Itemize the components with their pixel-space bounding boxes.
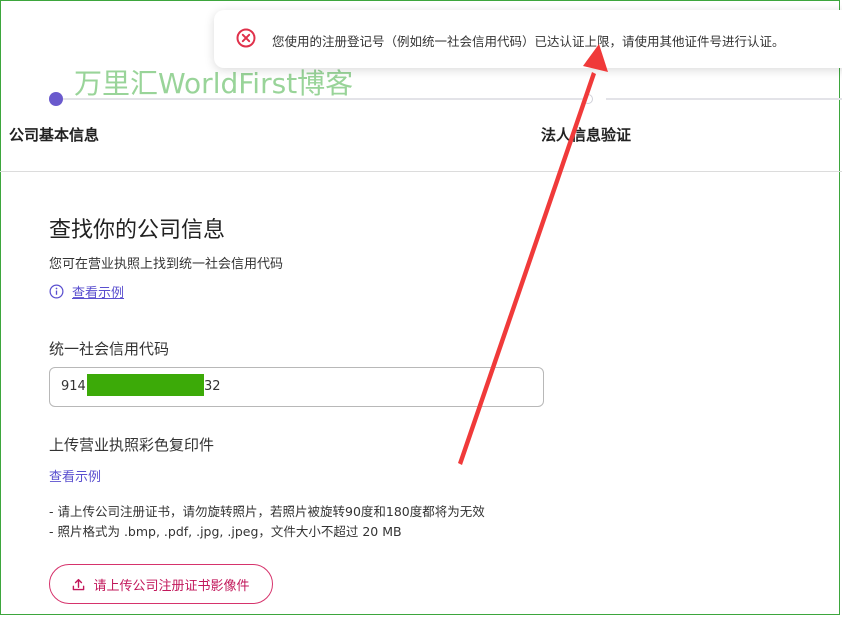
upload-license-label: 上传营业执照彩色复印件 xyxy=(49,436,215,454)
upload-icon xyxy=(73,578,85,590)
upload-certificate-button-label: 请上传公司注册证书影像件 xyxy=(93,578,250,594)
page-title: 查找你的公司信息 xyxy=(49,218,226,243)
credit-code-input[interactable]: 914 32 xyxy=(49,367,544,407)
info-icon xyxy=(49,284,64,299)
error-circle-icon xyxy=(236,28,256,48)
step-indicator-active xyxy=(49,92,63,106)
step-label-legal-person: 法人信息验证 xyxy=(541,126,632,144)
header-divider xyxy=(0,171,842,172)
credit-code-value-suffix: 32 xyxy=(204,379,221,394)
step-indicator-inactive xyxy=(583,94,593,104)
view-example-link-label[interactable]: 查看示例 xyxy=(72,282,124,301)
credit-code-label: 统一社会信用代码 xyxy=(49,340,170,358)
credit-code-value-prefix: 914 xyxy=(61,379,86,394)
step-label-company-info: 公司基本信息 xyxy=(9,126,100,144)
page-subtitle: 您可在营业执照上找到统一社会信用代码 xyxy=(49,257,284,272)
view-example-link[interactable]: 查看示例 xyxy=(49,282,124,301)
error-toast: 您使用的注册登记号（例如统一社会信用代码）已达认证上限，请使用其他证件号进行认证… xyxy=(214,10,842,68)
upload-certificate-button[interactable]: 请上传公司注册证书影像件 xyxy=(49,564,273,604)
redaction-mask xyxy=(87,374,204,396)
step-progress-line-2 xyxy=(606,98,842,100)
upload-note-format: - 照片格式为 .bmp, .pdf, .jpg, .jpeg，文件大小不超过 … xyxy=(49,524,402,539)
error-toast-message: 您使用的注册登记号（例如统一社会信用代码）已达认证上限，请使用其他证件号进行认证… xyxy=(272,34,785,49)
upload-note-rotation: - 请上传公司注册证书，请勿旋转照片，若照片被旋转90度和180度都将为无效 xyxy=(49,504,485,519)
upload-view-example-link[interactable]: 查看示例 xyxy=(49,466,101,485)
watermark: 万里汇WorldFirst博客 xyxy=(74,67,354,100)
